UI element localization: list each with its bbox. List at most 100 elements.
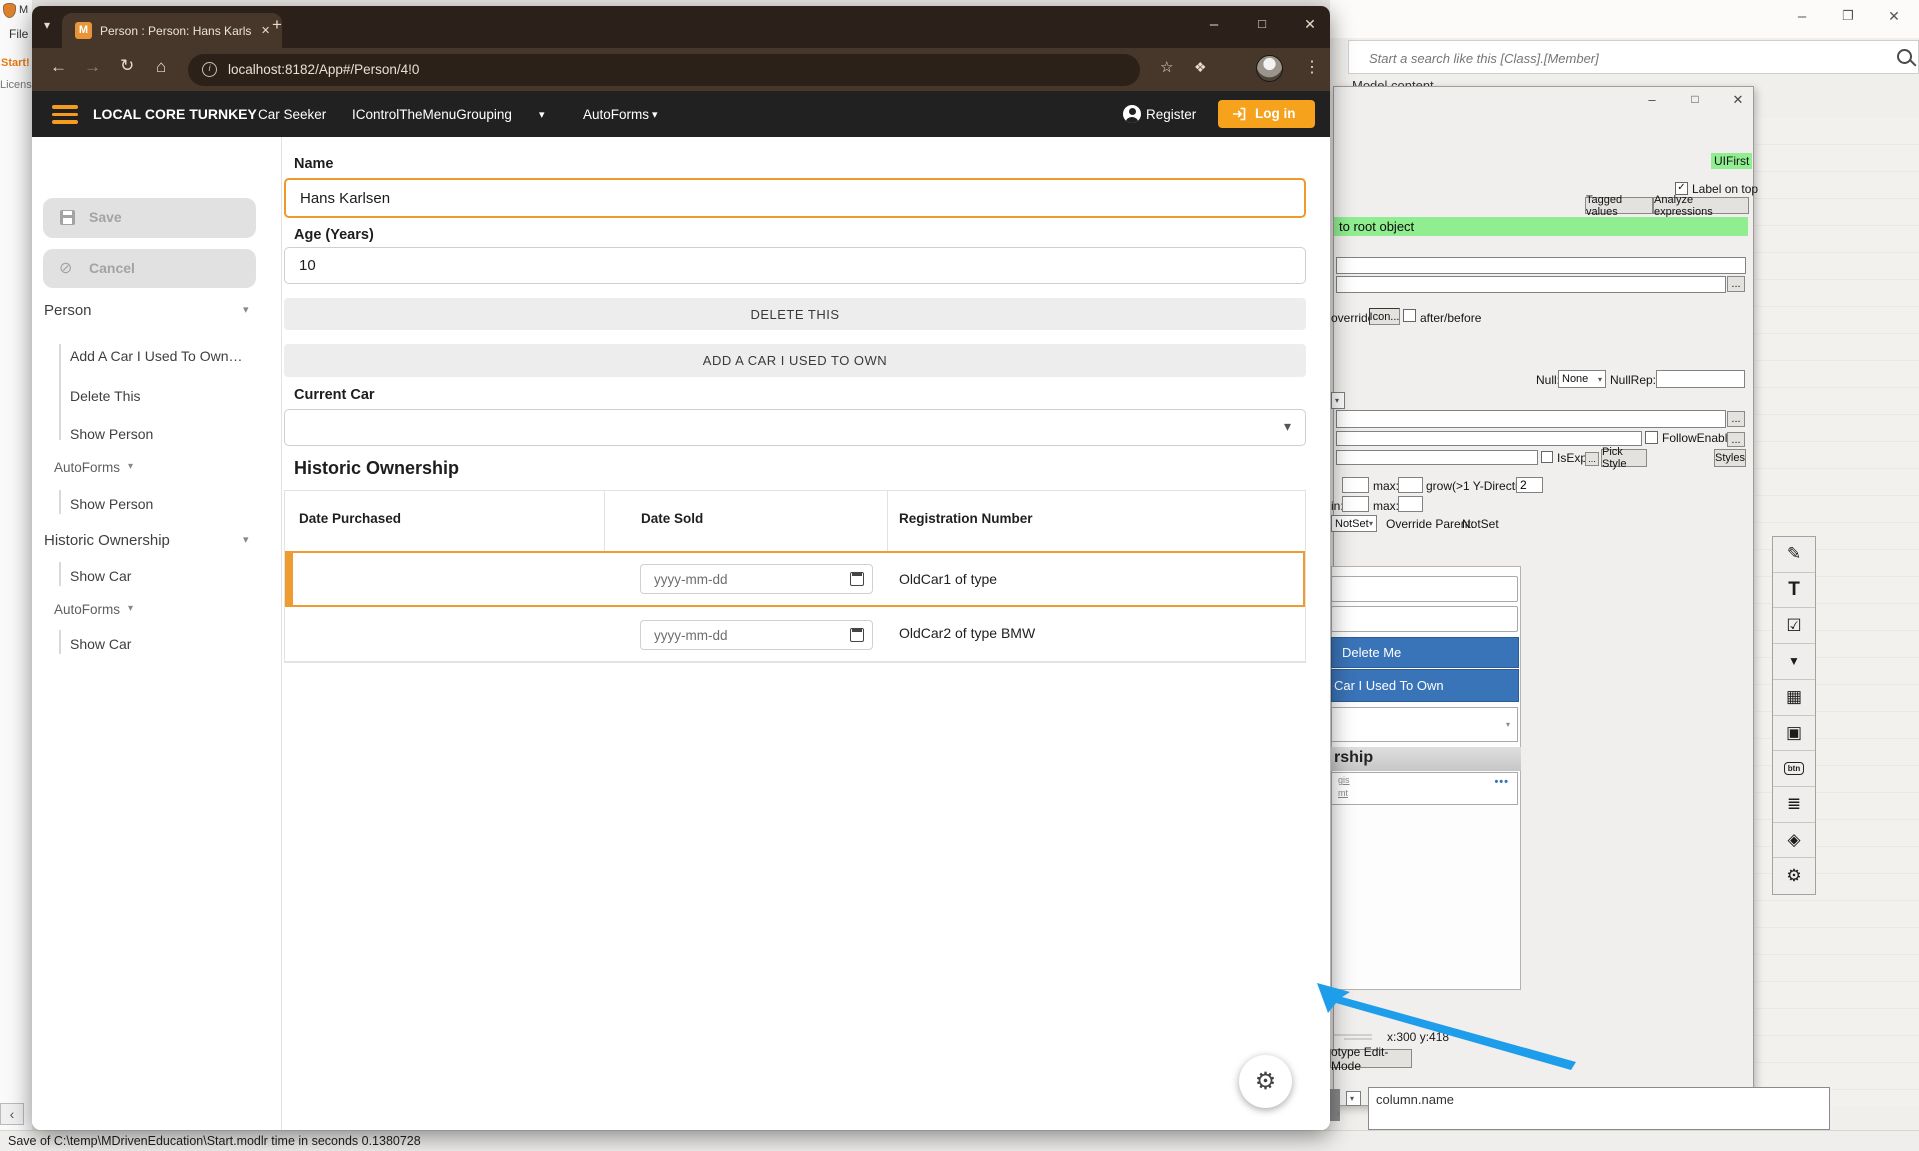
desktop-close-button[interactable]: ✕ <box>1882 8 1906 25</box>
calendar-icon[interactable] <box>850 628 864 642</box>
home-button[interactable]: ⌂ <box>156 57 166 77</box>
sidebar-item-show-car-2[interactable]: Show Car <box>70 636 131 652</box>
browser-menu-button[interactable]: ⋮ <box>1304 57 1320 77</box>
expression-field-4[interactable] <box>1336 431 1642 446</box>
date-sold-input-row1[interactable] <box>640 564 873 594</box>
isexp-checkbox[interactable] <box>1541 451 1553 463</box>
prototype-edit-mode-button[interactable]: otype Edit-Mode <box>1330 1045 1412 1073</box>
min-height-field[interactable] <box>1342 496 1369 512</box>
prototype-dropdown[interactable]: ▾ <box>1331 707 1518 742</box>
tagged-values-button[interactable]: Tagged values <box>1585 194 1653 218</box>
forward-button[interactable]: → <box>84 57 101 77</box>
pick-style-button[interactable]: Pick Style <box>1601 446 1647 470</box>
register-button[interactable]: Register <box>1146 107 1196 122</box>
model-search-box[interactable] <box>1348 40 1919 74</box>
browser-minimize-button[interactable]: – <box>1202 16 1226 33</box>
sidebar-item-show-car[interactable]: Show Car <box>70 568 131 584</box>
bottom-combo[interactable]: ▾ <box>1346 1091 1361 1106</box>
prototype-car-button[interactable]: Car I Used To Own <box>1331 669 1519 702</box>
profile-avatar[interactable] <box>1256 55 1283 82</box>
settings-fab[interactable]: ⚙ <box>1239 1055 1292 1108</box>
calendar-icon[interactable] <box>850 572 864 586</box>
hamburger-menu-icon[interactable] <box>52 105 78 124</box>
add-car-button[interactable]: ADD A CAR I USED TO OWN <box>284 344 1306 377</box>
styles-button[interactable]: Styles <box>1714 449 1746 467</box>
nav-item-autoforms[interactable]: AutoForms <box>583 107 649 122</box>
reload-button[interactable]: ↻ <box>120 56 134 76</box>
desktop-restore-button[interactable]: ❐ <box>1836 8 1860 24</box>
button-icon[interactable]: btn <box>1773 751 1815 787</box>
new-tab-button[interactable]: + <box>272 15 282 35</box>
nav-item-car-seeker[interactable]: Car Seeker <box>258 107 326 122</box>
list-icon[interactable]: ≣ <box>1773 786 1815 823</box>
desktop-minimize-button[interactable]: – <box>1790 8 1814 25</box>
name-input[interactable] <box>284 178 1306 218</box>
nav-item-icontrolthemenugrouping[interactable]: IControlTheMenuGrouping <box>352 107 512 122</box>
prototype-delete-me-button[interactable]: Delete Me <box>1331 637 1519 668</box>
date-sold-input-row2[interactable] <box>640 620 873 650</box>
viewEditor-minimize-button[interactable]: – <box>1642 92 1662 107</box>
sidebar-group-autoforms-1[interactable]: AutoForms <box>54 460 120 475</box>
max-height-field[interactable] <box>1398 496 1423 512</box>
notset-dropdown[interactable]: NotSet ▾ <box>1331 515 1377 532</box>
scroll-left-button[interactable]: ‹ <box>0 1103 24 1125</box>
expression-field-2[interactable] <box>1336 276 1726 293</box>
sidebar-group-autoforms-2[interactable]: AutoForms <box>54 602 120 617</box>
sidebar-item-show-person[interactable]: Show Person <box>70 426 153 442</box>
tab-close-button[interactable]: ✕ <box>261 24 270 37</box>
style-ellipsis-button[interactable]: ... <box>1585 452 1599 466</box>
current-car-select[interactable]: ▾ <box>284 409 1306 446</box>
bookmark-star-icon[interactable]: ☆ <box>1160 58 1173 76</box>
address-bar[interactable]: i localhost:8182/App#/Person/4!0 <box>188 54 1140 86</box>
combo-sliver[interactable]: ▾ <box>1331 392 1345 409</box>
viewEditor-maximize-button[interactable]: □ <box>1685 92 1705 106</box>
cube-icon[interactable]: ◈ <box>1773 822 1815 859</box>
browser-maximize-button[interactable]: □ <box>1250 16 1274 31</box>
edit-icon[interactable]: ✎ <box>1773 537 1815 573</box>
expression-ellipsis-button-2[interactable]: ... <box>1727 411 1745 427</box>
expression-field-1[interactable] <box>1336 257 1746 274</box>
model-search-input[interactable] <box>1367 46 1881 70</box>
dropdown-icon[interactable]: ▼ <box>1773 644 1815 680</box>
browser-tab[interactable]: M Person : Person: Hans Karlsen ✕ <box>62 13 282 48</box>
site-info-icon[interactable]: i <box>202 62 217 77</box>
start-tab[interactable]: Start! <box>1 57 30 69</box>
cancel-button[interactable]: ⊘ Cancel <box>43 249 256 288</box>
back-button[interactable]: ← <box>50 57 67 77</box>
calendar-icon[interactable]: ▦ <box>1773 679 1815 716</box>
sidebar-group-person[interactable]: Person <box>44 302 92 319</box>
prototype-listbox[interactable]: gis mt ••• <box>1331 772 1518 805</box>
prototype-textbox-2[interactable] <box>1331 606 1518 632</box>
min-width-field[interactable] <box>1342 477 1369 493</box>
checkbox-icon[interactable]: ☑ <box>1773 608 1815 645</box>
extensions-icon[interactable]: ❖ <box>1194 59 1207 76</box>
viewEditor-close-button[interactable]: ✕ <box>1728 92 1748 108</box>
followenable-ellipsis-button[interactable]: ... <box>1727 432 1745 447</box>
icon-picker-button[interactable]: Icon... <box>1369 308 1400 325</box>
text-icon[interactable]: T <box>1773 572 1815 609</box>
login-button[interactable]: Log in <box>1218 100 1315 128</box>
browser-close-button[interactable]: ✕ <box>1298 16 1322 33</box>
delete-this-button[interactable]: DELETE THIS <box>284 298 1306 330</box>
after-before-checkbox[interactable] <box>1403 309 1416 322</box>
prototype-textbox-1[interactable] <box>1331 576 1518 602</box>
max-width-field[interactable] <box>1398 477 1423 493</box>
window-gear-icon[interactable]: ⚙ <box>1773 858 1815 895</box>
nullrep-field[interactable] <box>1656 370 1745 388</box>
more-options-dots[interactable]: ••• <box>1494 776 1509 788</box>
followenable-checkbox[interactable] <box>1645 431 1658 444</box>
image-icon[interactable]: ▣ <box>1773 715 1815 752</box>
expression-field-3[interactable] <box>1336 410 1726 428</box>
analyze-expressions-button[interactable]: Analyze expressions <box>1653 194 1749 218</box>
chevron-right-icon[interactable]: › <box>1336 1106 1340 1120</box>
brand-title[interactable]: LOCAL CORE TURNKEY <box>93 106 257 122</box>
file-menu[interactable]: File <box>9 27 28 41</box>
sidebar-group-historic-ownership[interactable]: Historic Ownership <box>44 532 170 549</box>
style-field[interactable] <box>1336 450 1538 465</box>
grow-field[interactable]: 2 <box>1516 477 1543 493</box>
tab-search-chevron[interactable]: ▾ <box>44 18 50 32</box>
null-dropdown[interactable]: None ▾ <box>1558 370 1606 388</box>
sidebar-item-show-person-2[interactable]: Show Person <box>70 496 153 512</box>
sidebar-item-delete-this[interactable]: Delete This <box>70 388 141 404</box>
save-button[interactable]: Save <box>43 198 256 238</box>
